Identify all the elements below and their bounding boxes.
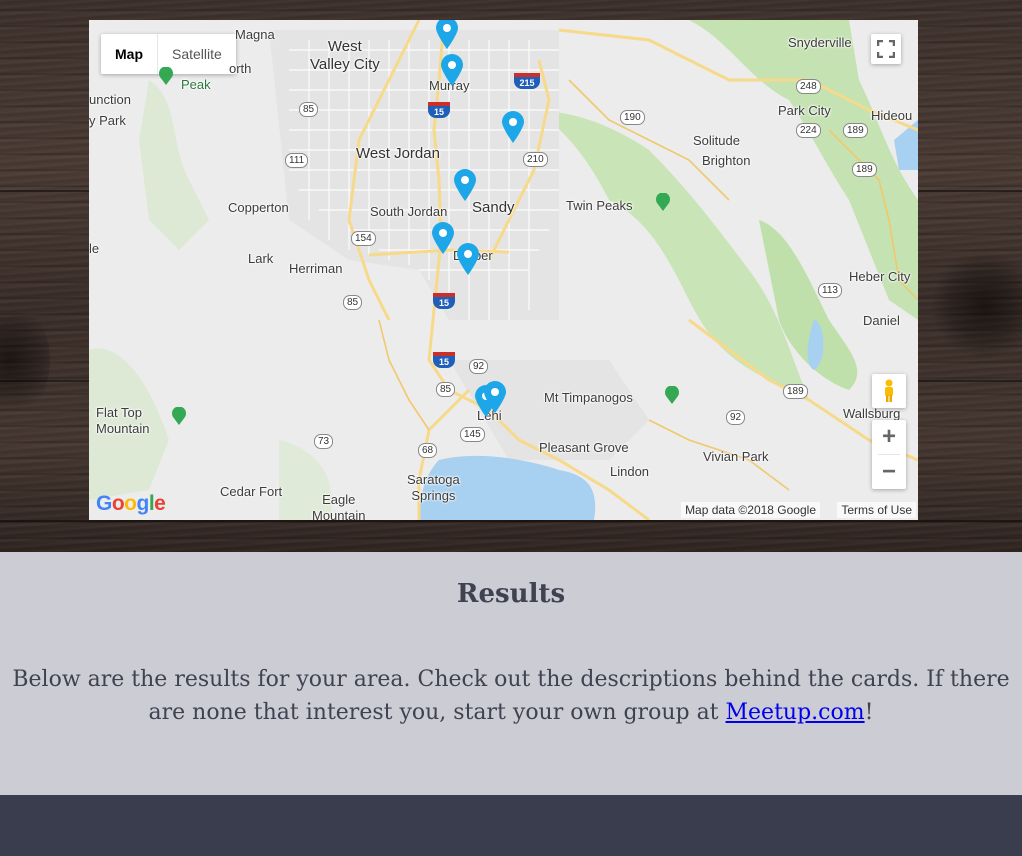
wood-knot: [930, 250, 1022, 360]
place-label: Solitude: [693, 133, 740, 148]
google-logo-letter: o: [111, 492, 125, 515]
place-label: Twin Peaks: [566, 198, 633, 213]
route-shield: 85: [299, 102, 319, 117]
route-shield: 68: [418, 443, 438, 458]
results-title: Results: [456, 579, 566, 609]
pegman-icon: [885, 379, 893, 402]
route-shield: 210: [523, 152, 548, 167]
google-logo[interactable]: Google: [96, 492, 166, 516]
park-marker-icon: [159, 67, 173, 85]
fullscreen-button[interactable]: [871, 34, 901, 64]
google-logo-letter: o: [124, 492, 137, 515]
page-footer: [0, 795, 1022, 856]
place-label: Saratoga Springs: [407, 472, 460, 503]
place-label: unction: [89, 92, 131, 107]
results-description: Below are the results for your area. Che…: [0, 663, 1022, 729]
results-section: Results Below are the results for your a…: [0, 552, 1022, 795]
map-type-map-button[interactable]: Map: [101, 34, 158, 74]
interstate-shield: 15: [428, 102, 450, 118]
place-label: le: [89, 241, 100, 256]
result-pin-icon[interactable]: [431, 221, 455, 255]
place-label: Cedar Fort: [220, 484, 283, 499]
place-label: Peak: [181, 77, 211, 92]
place-label: Eagle Mountain: [312, 492, 366, 520]
place-label: Sandy: [472, 199, 515, 216]
route-shield: 190: [620, 110, 645, 125]
terms-of-use-link[interactable]: Terms of Use: [837, 502, 916, 518]
place-label: Heber City: [849, 269, 911, 284]
wood-knot: [0, 300, 50, 420]
route-shield: 73: [314, 434, 334, 449]
place-label: Wallsburg: [843, 406, 901, 421]
park-marker-icon: [656, 193, 670, 211]
interstate-shield: 215: [514, 73, 540, 89]
google-logo-letter: g: [136, 492, 150, 515]
map-data-attribution: Map data ©2018 Google: [681, 502, 820, 518]
place-label: Copperton: [228, 200, 289, 215]
route-shield: 224: [796, 123, 821, 138]
results-description-end: !: [864, 700, 874, 725]
street-view-pegman-button[interactable]: [872, 374, 906, 408]
place-label: Hideou: [871, 108, 913, 123]
result-pin-icon[interactable]: [501, 110, 525, 144]
route-shield: 248: [796, 79, 821, 94]
route-shield: 92: [726, 410, 746, 425]
map-view[interactable]: Map Satellite Magna West Valley City ort…: [89, 20, 918, 520]
route-shield: 111: [285, 153, 309, 168]
place-label: West Jordan: [356, 145, 440, 162]
place-label: Lark: [248, 251, 274, 266]
plank-seam: [0, 520, 1022, 522]
result-pin-icon[interactable]: [435, 20, 459, 50]
place-label: Herriman: [289, 261, 343, 276]
route-shield: 85: [343, 295, 363, 310]
place-label: Lindon: [610, 464, 650, 479]
place-label: Magna: [235, 27, 275, 42]
route-shield: 113: [818, 283, 842, 298]
result-pin-icon[interactable]: [483, 380, 507, 414]
map-base-layer: [89, 20, 918, 520]
place-label: y Park: [89, 113, 126, 128]
place-label: Park City: [778, 103, 831, 118]
meetup-link[interactable]: Meetup.com: [726, 700, 865, 725]
place-label: Pleasant Grove: [539, 440, 629, 455]
result-pin-icon[interactable]: [453, 168, 477, 202]
route-shield: 189: [852, 162, 877, 177]
place-label: Flat Top Mountain: [96, 405, 150, 436]
zoom-out-button[interactable]: −: [872, 455, 906, 489]
interstate-shield: 15: [433, 293, 455, 309]
park-marker-icon: [172, 407, 186, 425]
route-shield: 189: [783, 384, 808, 399]
route-shield: 85: [436, 382, 456, 397]
fullscreen-icon: [877, 40, 895, 58]
place-label: orth: [229, 61, 252, 76]
park-marker-icon: [665, 386, 679, 404]
place-label: West Valley City: [310, 38, 380, 73]
place-label: Vivian Park: [703, 449, 769, 464]
result-pin-icon[interactable]: [456, 242, 480, 276]
place-label: South Jordan: [370, 204, 448, 219]
place-label: Snyderville: [788, 35, 852, 50]
place-label: Brighton: [702, 153, 751, 168]
place-label: Mt Timpanogos: [544, 390, 633, 405]
zoom-control[interactable]: + −: [872, 420, 906, 489]
google-logo-letter: G: [96, 492, 112, 515]
zoom-in-button[interactable]: +: [872, 420, 906, 454]
route-shield: 145: [460, 427, 485, 442]
interstate-shield: 15: [433, 352, 455, 368]
route-shield: 189: [843, 123, 868, 138]
result-pin-icon[interactable]: [440, 53, 464, 87]
google-logo-letter: e: [154, 492, 166, 515]
route-shield: 92: [469, 359, 489, 374]
place-label: Daniel: [863, 313, 900, 328]
route-shield: 154: [351, 231, 376, 246]
